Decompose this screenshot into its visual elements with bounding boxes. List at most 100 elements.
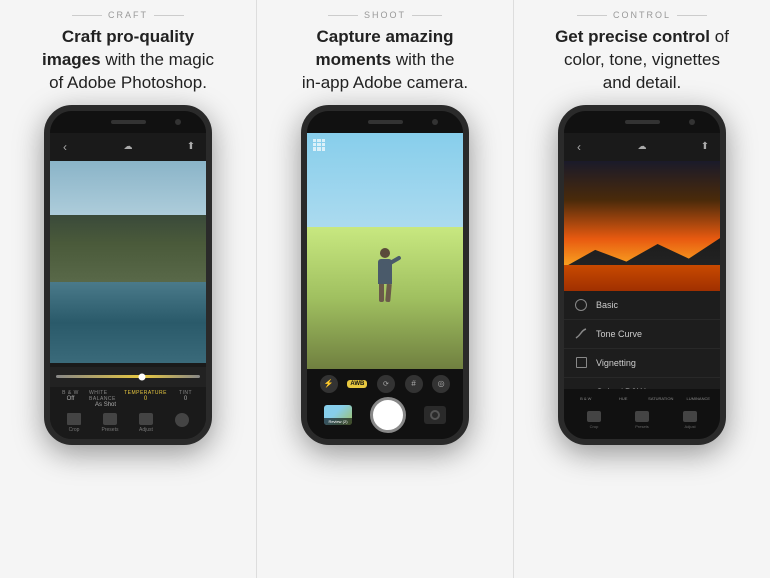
craft-extra-shape [175, 413, 189, 427]
control-adjust-label: Adjust [684, 424, 695, 429]
craft-label-tint-val: 0 [184, 396, 187, 402]
shoot-awb-badge[interactable]: AWB [347, 380, 367, 388]
control-phone-top-bar [564, 111, 720, 133]
control-menu-color[interactable]: Color / B&W [564, 378, 720, 389]
craft-label-tint: TINT 0 [169, 390, 202, 408]
control-menu-vignette[interactable]: Vignetting [564, 349, 720, 378]
control-basic-label: Basic [596, 300, 618, 310]
shoot-phone-top-bar [307, 111, 463, 133]
shoot-section-label: SHOOT [328, 10, 442, 20]
craft-icon-extra[interactable] [172, 413, 192, 433]
craft-adjust-label: Adjust [139, 427, 153, 433]
craft-sliders [50, 367, 206, 387]
control-crop-label: Crop [590, 424, 599, 429]
control-presets-shape [635, 411, 649, 422]
craft-rocks [50, 215, 206, 286]
control-cloud-icon[interactable]: ☁ [635, 140, 649, 154]
craft-share-icon[interactable]: ⬆ [184, 140, 198, 154]
craft-phone-speaker [111, 120, 146, 124]
control-tab-luminance[interactable]: LUMINANCE [681, 391, 717, 407]
craft-image-area [50, 161, 206, 363]
control-icon-adjust[interactable]: Adjust [681, 411, 699, 429]
craft-label-bw-val: Off [67, 396, 75, 402]
shoot-phone: ⚡ AWB ⟳ # ◎ Review (2) [301, 105, 469, 445]
shoot-heading: Capture amazingmoments with thein-app Ad… [302, 26, 468, 95]
gc6 [322, 143, 325, 146]
craft-phone-camera [175, 119, 181, 125]
craft-label-temp-val: 0 [144, 396, 147, 402]
control-phone-screen: ‹ ☁ ⬆ [564, 133, 720, 439]
craft-adjust-shape [139, 413, 153, 425]
control-menu-basic[interactable]: Basic [564, 291, 720, 320]
control-menu-tone[interactable]: Tone Curve [564, 320, 720, 349]
control-section-label: CONTROL [577, 10, 707, 20]
shoot-review-label: Review (2) [324, 418, 352, 425]
gc8 [317, 147, 320, 150]
control-tab-bw[interactable]: B & W [568, 391, 604, 407]
control-phone-speaker [625, 120, 660, 124]
control-tone-icon [574, 327, 588, 341]
craft-label-wb: WHITE BALANCE As Shot [89, 390, 122, 408]
control-phone: ‹ ☁ ⬆ [558, 105, 726, 445]
shoot-phone-screen: ⚡ AWB ⟳ # ◎ Review (2) [307, 133, 463, 439]
craft-cloud-icon[interactable]: ☁ [121, 140, 135, 154]
control-menu: Basic Tone Curve [564, 291, 720, 389]
craft-label-temp: TEMPERATURE 0 [124, 390, 167, 408]
craft-phone-wrapper: ‹ ☁ ⬆ [8, 105, 248, 570]
shoot-phone-wrapper: ⚡ AWB ⟳ # ◎ Review (2) [265, 105, 505, 570]
shoot-camera-switch-icon[interactable]: ⟳ [377, 375, 395, 393]
control-icon-presets[interactable]: Presets [633, 411, 651, 429]
shoot-flash-icon[interactable]: ⚡ [320, 375, 338, 393]
craft-crop-shape [67, 413, 81, 425]
control-back-icon[interactable]: ‹ [572, 140, 586, 154]
craft-label-wb-title: WHITE BALANCE [89, 390, 122, 402]
craft-bottom-icons: Crop Presets Adjust [50, 410, 206, 437]
shoot-phone-camera [432, 119, 438, 125]
shoot-review-thumbnail[interactable]: Review (2) [324, 405, 352, 425]
control-sunset [564, 161, 720, 291]
craft-bottom-bar: B & W Off WHITE BALANCE As Shot TEMPERAT… [50, 363, 206, 439]
craft-presets-shape [103, 413, 117, 425]
gc7 [313, 147, 316, 150]
craft-icon-crop[interactable]: Crop [64, 413, 84, 433]
control-heading: Get precise control ofcolor, tone, vigne… [555, 26, 729, 95]
shoot-switch-camera[interactable] [424, 406, 446, 424]
shoot-shutter-button[interactable] [370, 397, 406, 433]
control-tab-hue[interactable]: HUE [606, 391, 642, 407]
craft-crop-label: Crop [69, 427, 80, 433]
craft-water [50, 282, 206, 363]
craft-phone-top-bar [50, 111, 206, 133]
gc3 [322, 139, 325, 142]
craft-toolbar-top: ‹ ☁ ⬆ [50, 133, 206, 161]
craft-slider-track[interactable] [56, 375, 200, 378]
craft-landscape [50, 161, 206, 363]
craft-phone-screen: ‹ ☁ ⬆ [50, 133, 206, 439]
craft-slider-thumb [139, 373, 146, 380]
control-tone-label: Tone Curve [596, 329, 642, 339]
shoot-grid [313, 139, 325, 151]
shoot-phone-speaker [368, 120, 403, 124]
shoot-hash-icon[interactable]: # [405, 375, 423, 393]
shoot-settings-icon[interactable]: ◎ [432, 375, 450, 393]
control-icon-crop[interactable]: Crop [585, 411, 603, 429]
shoot-leg-left [379, 284, 384, 302]
tone-curve-icon [575, 328, 587, 340]
control-basic-icon [574, 298, 588, 312]
control-tab-saturation[interactable]: SATURATION [643, 391, 679, 407]
craft-icon-presets[interactable]: Presets [100, 413, 120, 433]
craft-icon-adjust[interactable]: Adjust [136, 413, 156, 433]
craft-labels: B & W Off WHITE BALANCE As Shot TEMPERAT… [50, 387, 206, 410]
gc9 [322, 147, 325, 150]
control-bottom-bar: B & W HUE SATURATION LUMINANCE Crop [564, 389, 720, 439]
shoot-figure [376, 248, 394, 303]
craft-back-icon[interactable]: ‹ [58, 140, 72, 154]
shoot-figure-head [380, 248, 390, 258]
gc4 [313, 143, 316, 146]
main-container: CRAFT Craft pro-quality images with the … [0, 0, 770, 578]
basic-circle-icon [575, 299, 587, 311]
control-vignette-icon [574, 356, 588, 370]
control-share-icon[interactable]: ⬆ [698, 140, 712, 154]
shoot-leg-right [385, 284, 392, 302]
shoot-sky [307, 133, 463, 239]
control-tab-row: B & W HUE SATURATION LUMINANCE [564, 391, 720, 407]
